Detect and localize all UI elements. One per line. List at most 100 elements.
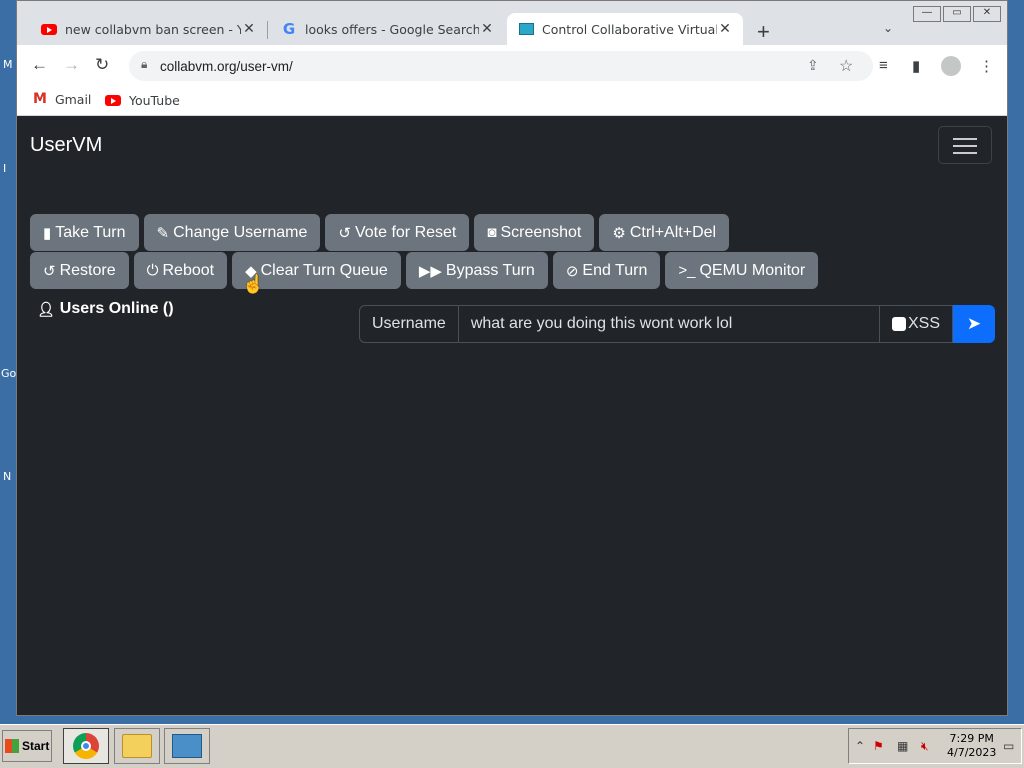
button-label: Reboot: [162, 261, 215, 279]
taskbar-explorer[interactable]: [114, 728, 160, 764]
windows-logo-icon: [5, 739, 19, 753]
forward-arrow-icon[interactable]: →: [63, 55, 80, 75]
clock[interactable]: 7:29 PM 4/7/2023: [947, 732, 996, 760]
change-username-button[interactable]: ✎ Change Username: [143, 214, 321, 251]
start-label: Start: [22, 739, 50, 753]
button-label: Screenshot: [500, 223, 582, 241]
new-tab-button[interactable]: +: [757, 19, 770, 45]
minimize-button[interactable]: —: [913, 6, 941, 22]
clock-date: 4/7/2023: [947, 746, 997, 759]
navbar-toggle-button[interactable]: [938, 126, 992, 164]
close-icon[interactable]: ✕: [717, 21, 733, 37]
tray-expand-icon[interactable]: ⌃: [855, 739, 865, 753]
ctrl-alt-del-button[interactable]: ⚙ Ctrl+Alt+Del: [599, 214, 730, 251]
monitor-icon: [519, 23, 534, 35]
button-label: Bypass Turn: [445, 261, 535, 279]
fast-forward-icon: ▶▶: [418, 262, 442, 280]
button-label: Clear Turn Queue: [260, 261, 388, 279]
desktop-glyph: I: [3, 162, 7, 175]
tab-title: Control Collaborative Virtual Machines: [542, 21, 717, 37]
desktop-glyph: Go: [1, 367, 17, 380]
taskbar-network[interactable]: [164, 728, 210, 764]
taskbar-chrome[interactable]: [63, 728, 109, 764]
chat-message-input[interactable]: what are you doing this wont work lol: [458, 305, 880, 343]
screenshot-button[interactable]: ◙ Screenshot: [474, 214, 595, 251]
youtube-icon: [105, 95, 121, 106]
back-arrow-icon[interactable]: ←: [31, 55, 48, 75]
bookmark-star-icon[interactable]: ☆: [839, 56, 853, 76]
maximize-button[interactable]: ▭: [943, 6, 971, 22]
vm-actions-row-1: ▮ Take Turn ✎ Change Username ↺ Vote for Re…: [30, 214, 730, 251]
start-button[interactable]: Start: [2, 730, 52, 762]
vm-actions-row-2: ↺ Restore ⏻ Reboot ◆ Clear Turn Queue ▶▶ Byp…: [30, 252, 819, 289]
taskbar: Start ⌃ ⚑ ▦ 🔇︎ 7:29 PM 4/7/2023 ▭: [0, 724, 1024, 768]
bookmark-label: Gmail: [54, 91, 92, 107]
hand-cursor-icon: ☝: [242, 274, 265, 294]
chat-input-group: Username what are you doing this wont wo…: [359, 305, 995, 343]
menu-kebab-icon[interactable]: ⋮: [979, 57, 994, 75]
media-queue-icon[interactable]: ≡: [879, 57, 888, 74]
tab-google-search[interactable]: G looks offers - Google Search ✕: [269, 13, 505, 45]
bookmark-gmail[interactable]: M Gmail: [33, 91, 91, 107]
tab-strip: new collabvm ban screen - YouTube ✕ G lo…: [17, 1, 1007, 45]
restore-button[interactable]: ↺ Restore: [30, 252, 129, 289]
reload-icon[interactable]: ↻: [95, 55, 109, 75]
clock-time: 7:29 PM: [949, 732, 994, 745]
take-turn-button[interactable]: ▮ Take Turn: [30, 214, 139, 251]
qemu-monitor-button[interactable]: >_ QEMU Monitor: [665, 252, 819, 289]
button-label: Vote for Reset: [354, 223, 457, 241]
desktop-edge: M I Go N: [0, 0, 16, 724]
username-label[interactable]: Username: [359, 305, 459, 343]
undo-icon: ↺: [43, 262, 56, 280]
show-desktop-icon[interactable]: ▭: [1003, 739, 1014, 753]
action-center-flag-icon[interactable]: ⚑: [873, 739, 884, 753]
users-online-label: Users Online (): [59, 300, 174, 317]
end-turn-button[interactable]: ⊘ End Turn: [552, 252, 661, 289]
reboot-button[interactable]: ⏻ Reboot: [133, 252, 228, 289]
xss-toggle[interactable]: XSS: [879, 305, 953, 343]
gmail-icon: M: [33, 91, 47, 107]
tab-collabvm[interactable]: Control Collaborative Virtual Machines ✕: [507, 13, 743, 45]
tab-title: looks offers - Google Search: [305, 21, 479, 37]
terminal-icon: >_: [678, 262, 696, 279]
page-content: UserVM ▮ Take Turn ✎ Change Username ↺ Vote…: [17, 116, 1007, 715]
mouse-icon: ▮: [43, 224, 52, 242]
network-tray-icon[interactable]: ▦: [897, 739, 908, 753]
send-button[interactable]: ➤: [953, 305, 995, 343]
side-panel-icon[interactable]: ▮: [912, 57, 920, 75]
camera-icon: ◙: [487, 224, 497, 241]
tab-youtube[interactable]: new collabvm ban screen - YouTube ✕: [29, 13, 267, 45]
close-icon[interactable]: ✕: [241, 21, 257, 37]
navbar-brand[interactable]: UserVM: [30, 134, 102, 157]
undo-icon: ↺: [338, 224, 351, 242]
browser-toolbar: ← → ↻ 🔒︎ collabvm.org/user-vm/ ⇪ ☆ ≡ ▮ ⋮: [17, 45, 1007, 87]
close-icon[interactable]: ✕: [479, 21, 495, 37]
browser-window: new collabvm ban screen - YouTube ✕ G lo…: [16, 0, 1008, 716]
bookmark-label: YouTube: [129, 93, 180, 108]
chrome-icon: [73, 733, 99, 759]
share-icon[interactable]: ⇪: [807, 57, 819, 74]
user-edit-icon: ✎: [156, 224, 170, 242]
button-label: Take Turn: [55, 223, 126, 241]
close-window-button[interactable]: ✕: [973, 6, 1001, 22]
address-bar[interactable]: 🔒︎ collabvm.org/user-vm/ ⇪ ☆: [129, 51, 873, 81]
xss-checkbox[interactable]: [891, 317, 906, 331]
paper-plane-icon: ➤: [966, 314, 982, 333]
system-tray: ⌃ ⚑ ▦ 🔇︎ 7:29 PM 4/7/2023 ▭: [848, 728, 1022, 764]
google-icon: G: [282, 20, 296, 38]
gear-icon: ⚙: [612, 224, 626, 242]
tab-separator: [267, 21, 268, 39]
profile-avatar[interactable]: [941, 56, 961, 76]
button-label: Ctrl+Alt+Del: [629, 223, 717, 241]
folder-icon: [122, 734, 152, 758]
tab-search-button[interactable]: ⌄: [883, 21, 893, 35]
bypass-turn-button[interactable]: ▶▶ Bypass Turn: [405, 252, 548, 289]
volume-muted-icon[interactable]: 🔇︎: [921, 739, 929, 754]
ban-icon: ⊘: [565, 262, 579, 280]
button-label: QEMU Monitor: [699, 261, 806, 279]
button-label: Restore: [59, 261, 116, 279]
vote-reset-button[interactable]: ↺ Vote for Reset: [325, 214, 470, 251]
bookmark-youtube[interactable]: YouTube: [105, 93, 180, 108]
button-label: End Turn: [582, 261, 648, 279]
youtube-icon: [41, 23, 57, 35]
